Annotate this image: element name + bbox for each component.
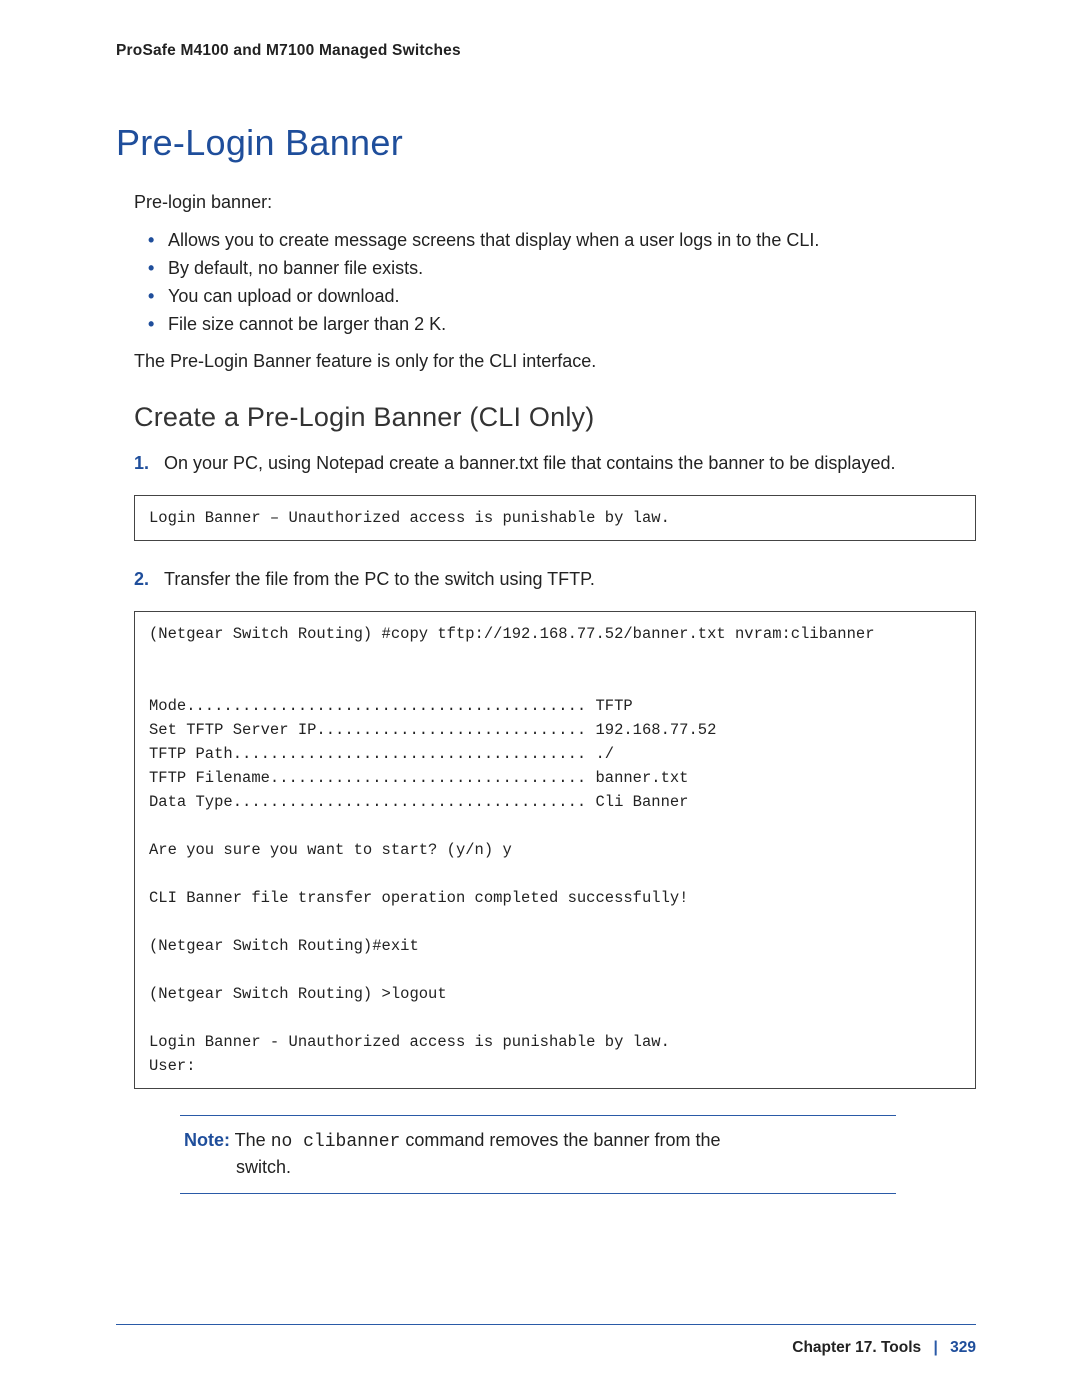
- footer-separator: |: [933, 1339, 937, 1356]
- note-command: no clibanner: [271, 1132, 401, 1152]
- bullet-item: You can upload or download.: [134, 283, 976, 311]
- step-item: On your PC, using Notepad create a banne…: [134, 451, 976, 475]
- section-title: Pre-Login Banner: [116, 122, 976, 164]
- footer-rule: [116, 1324, 976, 1325]
- note-text-pre: The: [230, 1130, 271, 1150]
- note-label: Note:: [184, 1130, 230, 1150]
- bullet-item: By default, no banner file exists.: [134, 255, 976, 283]
- page: ProSafe M4100 and M7100 Managed Switches…: [0, 0, 1080, 1397]
- note-text-post: command removes the banner from the: [400, 1130, 720, 1150]
- note-text-cont: switch.: [184, 1155, 892, 1179]
- steps-list: On your PC, using Notepad create a banne…: [134, 451, 976, 475]
- note-body: Note: The no clibanner command removes t…: [180, 1116, 896, 1193]
- code-block-banner-text: Login Banner – Unauthorized access is pu…: [134, 495, 976, 541]
- intro-text: Pre-login banner:: [134, 192, 976, 213]
- code-block-tftp: (Netgear Switch Routing) #copy tftp://19…: [134, 611, 976, 1089]
- footer-page-number: 329: [950, 1339, 976, 1356]
- bullet-item: File size cannot be larger than 2 K.: [134, 311, 976, 339]
- note-block: Note: The no clibanner command removes t…: [180, 1115, 896, 1194]
- after-bullets-text: The Pre-Login Banner feature is only for…: [134, 351, 976, 372]
- page-footer: Chapter 17. Tools | 329: [792, 1339, 976, 1357]
- note-rule-bottom: [180, 1193, 896, 1194]
- step-item: Transfer the file from the PC to the swi…: [134, 567, 976, 591]
- subsection-title: Create a Pre-Login Banner (CLI Only): [134, 402, 976, 433]
- running-header: ProSafe M4100 and M7100 Managed Switches: [116, 42, 976, 60]
- steps-list-cont: Transfer the file from the PC to the swi…: [134, 567, 976, 591]
- bullet-item: Allows you to create message screens tha…: [134, 227, 976, 255]
- footer-chapter: Chapter 17. Tools: [792, 1339, 921, 1356]
- bullet-list: Allows you to create message screens tha…: [134, 227, 976, 339]
